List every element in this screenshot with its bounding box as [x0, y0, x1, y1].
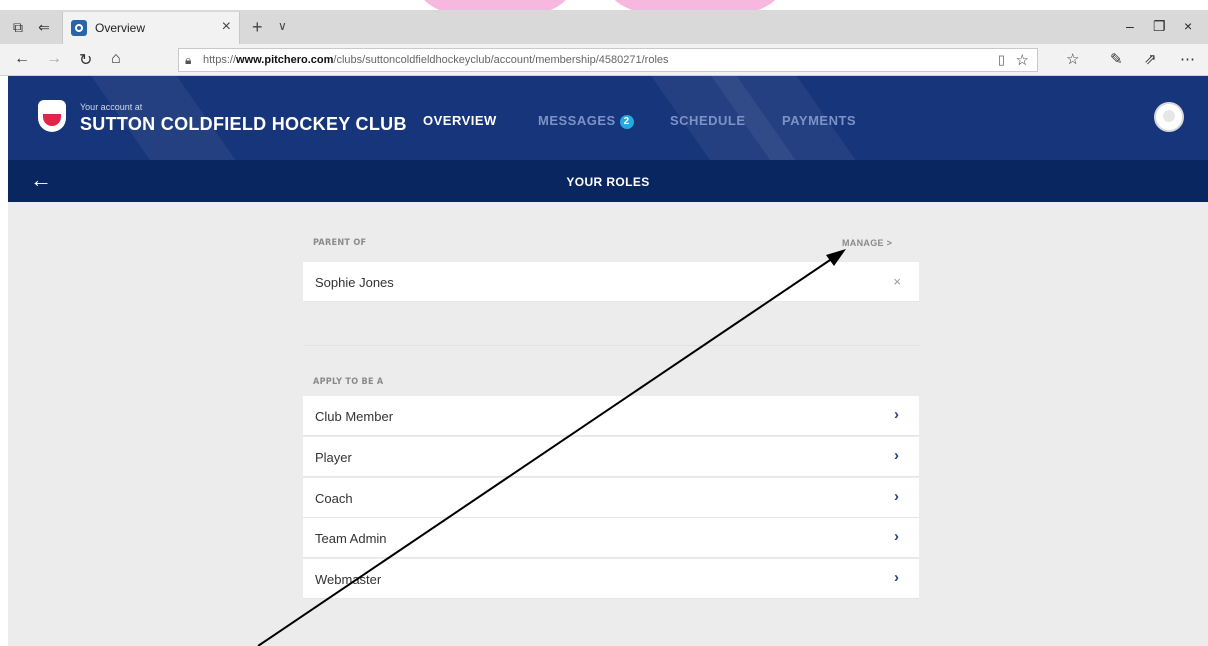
screenshot-frame: ⧉ ⇐ Overview × + ∨ – ❐ × ← → ↻ ⌂ 🔒︎ http…: [0, 0, 1208, 646]
annotation-arrow: [257, 249, 846, 646]
